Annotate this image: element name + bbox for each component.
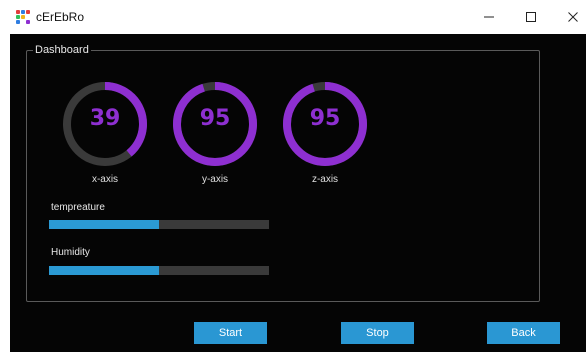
app-logo-icon — [16, 10, 30, 24]
x-axis-gauge: 39 x-axis — [59, 78, 151, 188]
x-axis-label: x-axis — [91, 174, 119, 185]
dashboard-legend: Dashboard — [33, 44, 91, 56]
main-window-body: Dashboard 39 x-axis 95 y-axis 95 z-axis — [10, 34, 586, 352]
close-button[interactable] — [552, 0, 586, 34]
temperature-label: tempreature — [51, 202, 105, 213]
humidity-progress-fill — [49, 266, 159, 275]
title-bar: cErEbRo — [0, 0, 586, 34]
window-title: cErEbRo — [36, 10, 85, 24]
humidity-progress-bar — [49, 266, 269, 275]
start-button[interactable]: Start — [194, 322, 267, 344]
stop-button[interactable]: Stop — [341, 322, 414, 344]
z-axis-gauge: 95 z-axis — [279, 78, 371, 188]
y-axis-gauge: 95 y-axis — [169, 78, 261, 188]
temperature-progress-bar — [49, 220, 269, 229]
y-axis-value: 95 — [199, 106, 231, 131]
minimize-icon — [484, 16, 494, 18]
x-axis-value: 39 — [89, 106, 121, 131]
back-button[interactable]: Back — [487, 322, 560, 344]
maximize-icon — [526, 12, 536, 22]
temperature-progress-fill — [49, 220, 159, 229]
minimize-button[interactable] — [468, 0, 510, 34]
close-icon — [568, 12, 578, 22]
y-axis-label: y-axis — [201, 174, 229, 185]
z-axis-label: z-axis — [311, 174, 339, 185]
dashboard-group: Dashboard 39 x-axis 95 y-axis 95 z-axis — [26, 44, 540, 302]
maximize-button[interactable] — [510, 0, 552, 34]
humidity-label: Humidity — [51, 247, 90, 258]
z-axis-value: 95 — [309, 106, 341, 131]
